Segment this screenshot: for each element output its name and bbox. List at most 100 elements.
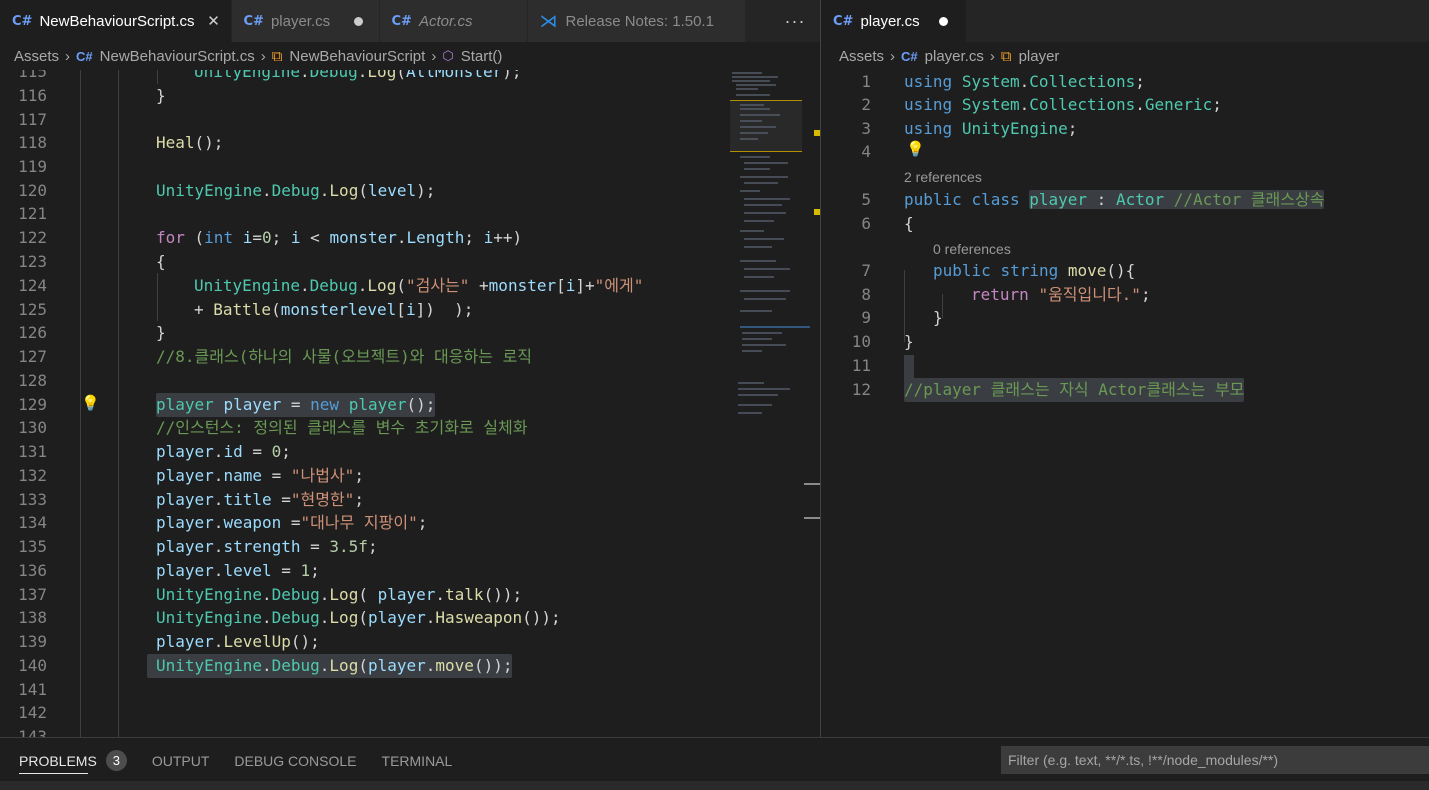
tab-output[interactable]: OUTPUT — [152, 753, 210, 769]
method-icon: ⬡ — [442, 48, 454, 63]
tab-label: Actor.cs — [418, 12, 473, 30]
code-line: 127//8.클래스(하나의 사물(오브젝트)와 대응하는 로직 — [18, 347, 533, 366]
breadcrumb: Assets › C# NewBehaviourScript.cs › ⧉ Ne… — [0, 42, 820, 70]
csharp-icon: C# — [901, 48, 918, 64]
code-line: 10} — [851, 332, 914, 351]
code-line: 119 — [18, 157, 47, 176]
code-line: 137 UnityEngine.Debug.Log( player.talk())… — [18, 585, 523, 604]
right-editor-group: C# player.cs Assets › C# player.cs › ⧉ p… — [821, 0, 1429, 737]
chevron-right-icon: › — [431, 47, 437, 65]
csharp-icon: C# — [12, 13, 33, 29]
breadcrumb-item-file[interactable]: player.cs — [925, 48, 984, 65]
tab-newbehaviourscript[interactable]: C# NewBehaviourScript.cs ✕ — [0, 0, 232, 42]
tab-release-notes[interactable]: ⋊ Release Notes: 1.50.1 — [527, 0, 746, 42]
code-line: 138 UnityEngine.Debug.Log(player.Hasweapo… — [18, 608, 561, 627]
code-line: 117 — [18, 110, 47, 129]
tab-actor[interactable]: C# Actor.cs — [379, 0, 528, 42]
code-line: 129 player player = new player(); — [0, 393, 820, 417]
tab-label: player.cs — [270, 12, 331, 30]
csharp-icon: C# — [76, 48, 93, 64]
tab-label: player.cs — [860, 12, 920, 30]
code-line: 130//인스턴스: 정의된 클래스를 변수 초기화로 실체화 — [18, 418, 528, 437]
code-line: 140 UnityEngine.Debug.Log(player.move()); — [0, 654, 820, 678]
code-line: 8 return "움직입니다."; — [861, 285, 1151, 304]
code-line: 133 player.title ="현명한"; — [18, 490, 364, 509]
breadcrumb-item-class[interactable]: player — [1019, 48, 1060, 65]
code-line: 3 using UnityEngine; — [861, 119, 1078, 138]
code-editor-right[interactable]: 1 using System.Collections; 2 using System… — [821, 70, 1429, 737]
code-line: 135 player.strength = 3.5f; — [18, 537, 378, 556]
code-line: 116} — [18, 86, 166, 105]
codelens-references[interactable]: 2 references — [904, 169, 982, 185]
code-line: 128 — [18, 371, 47, 390]
vscode-icon: ⋊ — [539, 10, 558, 31]
breadcrumb-item-assets[interactable]: Assets — [839, 48, 884, 65]
lightbulb-icon[interactable]: 💡 — [906, 140, 925, 158]
code-line: 134 player.weapon ="대나무 지팡이"; — [18, 513, 428, 532]
code-line: 143 — [18, 727, 47, 737]
chevron-right-icon: › — [260, 47, 266, 65]
code-line: 125 + Battle(monsterlevel[i]) ); — [18, 300, 474, 319]
code-line: 9} — [861, 308, 943, 327]
problems-filter-input[interactable] — [1001, 746, 1429, 774]
unsaved-dot-icon[interactable] — [353, 16, 363, 26]
left-editor-group: C# NewBehaviourScript.cs ✕ C# player.cs … — [0, 0, 820, 737]
close-icon[interactable]: ✕ — [207, 12, 221, 30]
breadcrumb-item-method[interactable]: Start() — [461, 48, 503, 65]
code-line: 136 player.level = 1; — [18, 561, 320, 580]
code-line: 115 UnityEngine.Debug.Log(AllMonster); — [18, 70, 522, 81]
class-icon: ⧉ — [271, 47, 283, 65]
problems-count-badge: 3 — [105, 750, 127, 771]
minimap[interactable] — [730, 70, 810, 737]
breadcrumb-item-file[interactable]: NewBehaviourScript.cs — [100, 48, 255, 65]
more-actions-icon[interactable]: ··· — [770, 0, 820, 42]
code-line: 7 public string move(){ — [861, 261, 1136, 280]
code-editor-left[interactable]: 115 UnityEngine.Debug.Log(AllMonster); 11… — [0, 70, 820, 737]
left-tab-bar: C# NewBehaviourScript.cs ✕ C# player.cs … — [0, 0, 820, 42]
tab-problems[interactable]: PROBLEMS 3 — [19, 750, 127, 771]
code-line: 2 using System.Collections.Generic; — [861, 95, 1222, 114]
right-tab-bar: C# player.cs — [821, 0, 1429, 42]
bottom-panel: PROBLEMS 3 OUTPUT DEBUG CONSOLE TERMINAL — [0, 737, 1429, 790]
code-line: 126} — [18, 323, 166, 342]
breadcrumb-item-assets[interactable]: Assets — [14, 48, 59, 65]
lightbulb-icon[interactable]: 💡 — [81, 394, 100, 412]
code-line: 124 UnityEngine.Debug.Log("검사는" +monster[… — [18, 276, 644, 295]
code-line: 142 — [18, 703, 47, 722]
code-line: 132 player.name = "나법사"; — [18, 466, 364, 485]
code-line: 141 — [18, 680, 47, 699]
vertical-scrollbar[interactable] — [804, 70, 820, 737]
csharp-icon: C# — [243, 13, 264, 29]
code-line: 1 using System.Collections; — [861, 72, 1145, 91]
code-line: 131 player.id = 0; — [18, 442, 291, 461]
tab-terminal[interactable]: TERMINAL — [382, 753, 453, 769]
tab-player-right[interactable]: C# player.cs — [821, 0, 967, 42]
code-line: 11 — [851, 356, 871, 375]
csharp-icon: C# — [391, 13, 412, 29]
chevron-right-icon: › — [65, 47, 71, 65]
codelens-references[interactable]: 0 references — [933, 241, 1011, 257]
active-tab-indicator — [19, 773, 88, 774]
breadcrumb-item-class[interactable]: NewBehaviourScript — [289, 48, 425, 65]
code-line: 121 — [18, 204, 47, 223]
panel-tabs: PROBLEMS 3 OUTPUT DEBUG CONSOLE TERMINAL — [19, 750, 477, 771]
code-line: 118 Heal(); — [18, 133, 224, 152]
code-line: 139 player.LevelUp(); — [18, 632, 320, 651]
panel-content-area — [0, 781, 1429, 790]
csharp-icon: C# — [833, 13, 854, 29]
tab-player[interactable]: C# player.cs — [231, 0, 380, 42]
code-line: 122 for (int i=0; i < monster.Length; i++… — [18, 228, 523, 247]
tab-label: OUTPUT — [151, 752, 210, 769]
code-line: 12//player 클래스는 자식 Actor클래스는 부모 — [821, 378, 1429, 402]
class-icon: ⧉ — [1000, 47, 1012, 65]
tab-debug-console[interactable]: DEBUG CONSOLE — [234, 753, 356, 769]
tab-label: PROBLEMS — [19, 752, 97, 769]
tab-label: TERMINAL — [381, 752, 453, 769]
tab-label: NewBehaviourScript.cs — [39, 12, 195, 30]
code-line: 123{ — [18, 252, 166, 271]
code-line: 5 public class player : Actor //Actor 클래스… — [861, 190, 1325, 209]
scrollbar-thumb[interactable] — [804, 483, 820, 485]
tab-label: Release Notes: 1.50.1 — [565, 12, 714, 30]
unsaved-dot-icon[interactable] — [939, 16, 948, 26]
breadcrumb: Assets › C# player.cs › ⧉ player — [821, 42, 1429, 70]
